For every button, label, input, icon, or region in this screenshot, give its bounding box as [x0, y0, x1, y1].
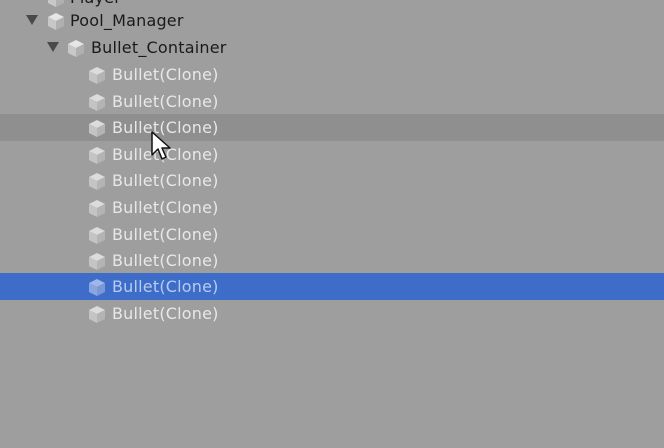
tree-item-bullet-clone[interactable]: Bullet(Clone) — [0, 221, 664, 248]
tree-item-label: Bullet(Clone) — [112, 171, 219, 190]
cube-icon — [89, 94, 105, 111]
cube-icon — [89, 67, 105, 84]
cube-icon — [89, 227, 105, 244]
mouse-pointer-icon — [151, 131, 171, 160]
tree-item-bullet-clone[interactable]: Bullet(Clone) — [0, 300, 664, 327]
tree-item-bullet-clone-selected[interactable]: Bullet(Clone) — [0, 273, 664, 300]
triangle-down-icon[interactable] — [26, 15, 38, 25]
tree-item-label: Bullet(Clone) — [112, 304, 219, 323]
tree-item-bullet-clone[interactable]: Bullet(Clone) — [0, 194, 664, 221]
tree-item-label: Bullet(Clone) — [112, 251, 219, 270]
tree-item-pool-manager[interactable]: Pool_Manager — [0, 7, 664, 34]
cube-icon — [89, 253, 105, 270]
tree-item-bullet-clone[interactable]: Bullet(Clone) — [0, 61, 664, 88]
cube-icon — [89, 306, 105, 323]
tree-item-label: Pool_Manager — [70, 11, 184, 30]
tree-item-bullet-clone[interactable]: Bullet(Clone) — [0, 167, 664, 194]
tree-item-label: Bullet(Clone) — [112, 198, 219, 217]
cube-icon — [89, 200, 105, 217]
tree-item-bullet-clone-hovered[interactable]: Bullet(Clone) — [0, 114, 664, 141]
triangle-down-icon[interactable] — [47, 42, 59, 52]
tree-item-bullet-container[interactable]: Bullet_Container — [0, 34, 664, 61]
tree-item-label: Bullet_Container — [91, 38, 227, 57]
tree-item-bullet-clone[interactable]: Bullet(Clone) — [0, 88, 664, 115]
tree-item-label: Bullet(Clone) — [112, 277, 219, 296]
hierarchy-panel: Player Pool_Manager Bullet_Container Bul… — [0, 0, 664, 448]
tree-item-bullet-clone[interactable]: Bullet(Clone) — [0, 247, 664, 274]
tree-item-label: Bullet(Clone) — [112, 92, 219, 111]
tree-item-label: Bullet(Clone) — [112, 225, 219, 244]
cube-icon — [89, 147, 105, 164]
tree-item-label: Bullet(Clone) — [112, 65, 219, 84]
cube-icon — [89, 120, 105, 137]
cube-icon — [89, 173, 105, 190]
tree-item-bullet-clone[interactable]: Bullet(Clone) — [0, 141, 664, 168]
cube-icon — [68, 40, 84, 57]
cube-icon — [89, 279, 105, 296]
cube-icon — [48, 13, 64, 30]
